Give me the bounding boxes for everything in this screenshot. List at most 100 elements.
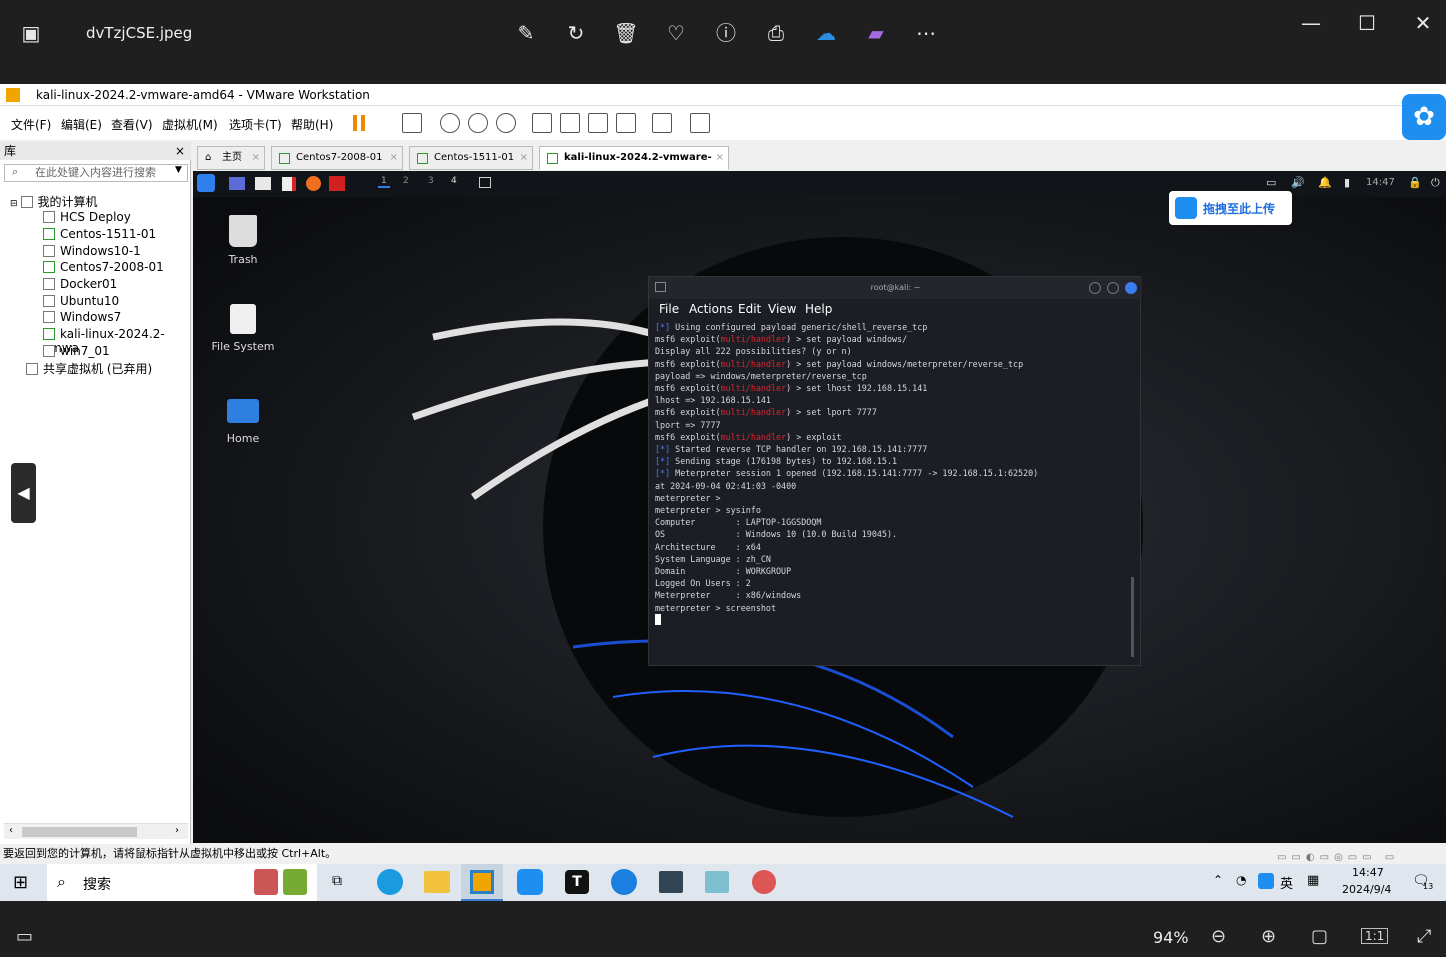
console-icon[interactable]	[652, 113, 672, 133]
guest-display[interactable]: 1 2 3 4 ▭ 🔊 🔔 ▮ 14:47 🔒 ⏻ 拖拽至此上传 Trash F…	[193, 171, 1446, 843]
terminal-icon[interactable]	[282, 177, 296, 191]
tree-item[interactable]: Ubuntu10	[43, 294, 119, 308]
tab-home[interactable]: ⌂ 主页 ×	[197, 146, 265, 170]
terminal-output[interactable]: [*] Using configured payload generic/she…	[655, 321, 1133, 661]
tab-kali[interactable]: kali-linux-2024.2-vmware-a...×	[539, 146, 729, 185]
collapse-panel-button[interactable]: ◀	[11, 463, 36, 523]
scroll-right-icon[interactable]: ›	[175, 825, 179, 836]
tab-close-icon[interactable]: ×	[716, 147, 724, 169]
taskbar-search-box[interactable]: ⌕ 搜索	[47, 864, 317, 901]
desktop-icon[interactable]	[229, 177, 245, 190]
workspace-1[interactable]: 1	[378, 176, 390, 188]
scroll-thumb[interactable]	[22, 827, 137, 837]
terminal-menu-actions[interactable]: Actions	[689, 302, 733, 316]
tree-item[interactable]: Centos7-2008-01	[43, 260, 164, 274]
send-ctrl-alt-del-icon[interactable]	[402, 113, 422, 133]
search-dropdown-icon[interactable]: ▼	[175, 165, 182, 175]
windows-start-icon[interactable]: ⊞	[13, 872, 28, 893]
terminal-menu-edit[interactable]: Edit	[738, 302, 761, 316]
info-icon[interactable]: ⓘ	[713, 20, 739, 46]
menu-file[interactable]: 文件(F)	[11, 116, 51, 133]
terminal-menu-help[interactable]: Help	[805, 302, 832, 316]
device-icons[interactable]: ▭▭◐▭◎▭▭ ▭	[1277, 848, 1427, 863]
fit-to-window-icon[interactable]: ▢	[1311, 926, 1328, 947]
terminal-minimize-icon[interactable]	[1089, 282, 1101, 294]
netdisk-upload-button[interactable]: 拖拽至此上传	[1169, 191, 1292, 225]
tab-centos7[interactable]: Centos7-2008-01 ×	[271, 146, 403, 170]
tree-item[interactable]: Windows7	[43, 310, 121, 324]
edit-icon[interactable]: ✎	[513, 20, 539, 46]
terminal-window[interactable]: root@kali: ~ File Actions Edit View Help…	[648, 276, 1142, 666]
file-explorer-icon[interactable]	[424, 871, 450, 893]
desktop-trash[interactable]: Trash	[203, 215, 283, 266]
rotate-icon[interactable]: ↻	[563, 20, 589, 46]
tab-close-icon[interactable]: ×	[252, 147, 260, 169]
display-icon[interactable]: ▭	[1266, 176, 1276, 189]
app-icon[interactable]	[329, 176, 345, 191]
lock-icon[interactable]: 🔒	[1408, 176, 1422, 189]
terminal-menu-view[interactable]: View	[768, 302, 796, 316]
terminal-maximize-icon[interactable]	[1107, 282, 1119, 294]
delete-icon[interactable]: 🗑	[613, 20, 639, 46]
workspace-4[interactable]: 4	[451, 176, 457, 186]
snapshot-icon[interactable]	[440, 113, 460, 133]
tree-shared[interactable]: 共享虚拟机 (已弃用)	[26, 360, 152, 377]
unity-icon[interactable]	[616, 113, 636, 133]
close-icon[interactable]: ✕	[1410, 10, 1436, 36]
kali-menu-icon[interactable]	[197, 174, 215, 192]
fullscreen-icon[interactable]	[588, 113, 608, 133]
tree-item[interactable]: win7_01	[43, 344, 110, 358]
vmware-taskbar-item[interactable]	[461, 864, 503, 901]
library-hscrollbar[interactable]: ‹ ›	[4, 823, 188, 839]
baidu-netdisk-float-icon[interactable]: ✿	[1402, 94, 1446, 140]
tree-item[interactable]: Docker01	[43, 277, 117, 291]
window-list-icon[interactable]	[479, 177, 491, 188]
stretch-icon[interactable]	[690, 113, 710, 133]
terminal-close-icon[interactable]	[1125, 282, 1137, 294]
library-close-icon[interactable]: ×	[175, 142, 185, 160]
menu-view[interactable]: 查看(V)	[111, 116, 153, 133]
tree-item[interactable]: Windows10-1	[43, 244, 141, 258]
fullscreen-icon[interactable]: ⤢	[1417, 926, 1431, 947]
favorite-icon[interactable]: ♡	[663, 20, 689, 46]
actual-size-button[interactable]: 1:1	[1361, 928, 1389, 944]
menu-help[interactable]: 帮助(H)	[291, 116, 333, 133]
tab-close-icon[interactable]: ×	[520, 147, 528, 169]
file-manager-icon[interactable]	[255, 177, 271, 190]
app-icon[interactable]	[752, 870, 776, 894]
desktop-home[interactable]: Home	[203, 399, 283, 445]
menu-vm[interactable]: 虚拟机(M)	[162, 116, 218, 133]
library-view-icon[interactable]	[532, 113, 552, 133]
print-icon[interactable]: ⎙	[763, 20, 789, 46]
network-icon[interactable]: ◔	[1236, 873, 1246, 887]
notification-icon[interactable]: 🔔	[1318, 176, 1332, 189]
power-icon[interactable]: ⏻	[1431, 176, 1440, 190]
app-icon[interactable]	[705, 871, 729, 893]
tab-close-icon[interactable]: ×	[390, 147, 398, 169]
thumbnail-view-icon[interactable]	[560, 113, 580, 133]
tray-app-icon[interactable]	[1258, 873, 1274, 889]
terminal-menu-file[interactable]: File	[659, 302, 679, 316]
zoom-out-icon[interactable]: ⊖	[1211, 926, 1226, 947]
more-icon[interactable]: ⋯	[913, 20, 939, 46]
typora-icon[interactable]: T	[565, 870, 589, 894]
library-search-input[interactable]: 在此处键入内容进行搜索	[4, 164, 188, 182]
menu-tabs[interactable]: 选项卡(T)	[229, 116, 282, 133]
maximize-icon[interactable]: ☐	[1354, 10, 1380, 36]
scroll-left-icon[interactable]: ‹	[9, 825, 13, 836]
clipchamp-icon[interactable]: ▰	[863, 20, 889, 46]
filmstrip-icon[interactable]: ▭	[16, 926, 33, 947]
baidu-netdisk-icon[interactable]	[517, 869, 543, 895]
zoom-in-icon[interactable]: ⊕	[1261, 926, 1276, 947]
minimize-icon[interactable]: —	[1298, 10, 1324, 36]
firefox-icon[interactable]	[306, 176, 321, 191]
tab-centos1511[interactable]: Centos-1511-01 ×	[409, 146, 533, 170]
browser-icon[interactable]	[611, 869, 637, 895]
workspace-3[interactable]: 3	[428, 176, 434, 186]
edge-icon[interactable]	[377, 869, 403, 895]
tree-root[interactable]: ⊟ 我的计算机	[10, 193, 98, 210]
remote-desktop-icon[interactable]	[659, 871, 683, 893]
ime-mode-icon[interactable]: ▦	[1307, 873, 1319, 888]
desktop-filesystem[interactable]: File System	[203, 304, 283, 353]
tray-expand-icon[interactable]: ⌃	[1213, 873, 1223, 887]
